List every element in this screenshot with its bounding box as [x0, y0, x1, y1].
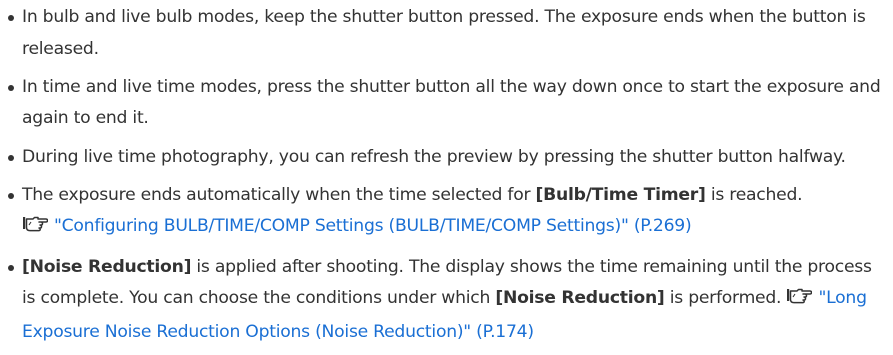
bullet-dot [8, 154, 14, 161]
pointing-hand-reference-icon [22, 213, 49, 245]
bullet-dot [8, 192, 14, 199]
bullet-text: In time and live time modes, press the s… [22, 76, 881, 129]
list-item: In bulb and live bulb modes, keep the sh… [6, 2, 886, 65]
bullet-text: In bulb and live bulb modes, keep the sh… [22, 7, 866, 59]
bullet-list: In bulb and live bulb modes, keep the sh… [6, 2, 886, 355]
menu-option-name: [Noise Reduction] [22, 256, 192, 277]
list-item: During live time photography, you can re… [6, 142, 886, 174]
page-reference-link[interactable]: "Configuring BULB/TIME/COMP Settings (BU… [54, 216, 692, 236]
pointing-hand-reference-icon [786, 285, 813, 317]
list-item: In time and live time modes, press the s… [6, 72, 886, 135]
bullet-text: is reached. [705, 184, 803, 205]
bullet-dot [8, 84, 14, 91]
list-item: [Noise Reduction] is applied after shoot… [6, 252, 886, 349]
menu-option-name: [Noise Reduction] [495, 288, 665, 309]
bullet-text: During live time photography, you can re… [22, 146, 846, 167]
bullet-dot [8, 15, 14, 21]
bullet-text: is performed. [664, 288, 782, 309]
menu-option-name: [Bulb/Time Timer] [535, 184, 706, 205]
manual-page: In bulb and live bulb modes, keep the sh… [0, 0, 893, 352]
list-item: The exposure ends automatically when the… [6, 180, 886, 245]
bullet-dot [8, 264, 14, 271]
bullet-text: The exposure ends automatically when the… [22, 184, 536, 205]
